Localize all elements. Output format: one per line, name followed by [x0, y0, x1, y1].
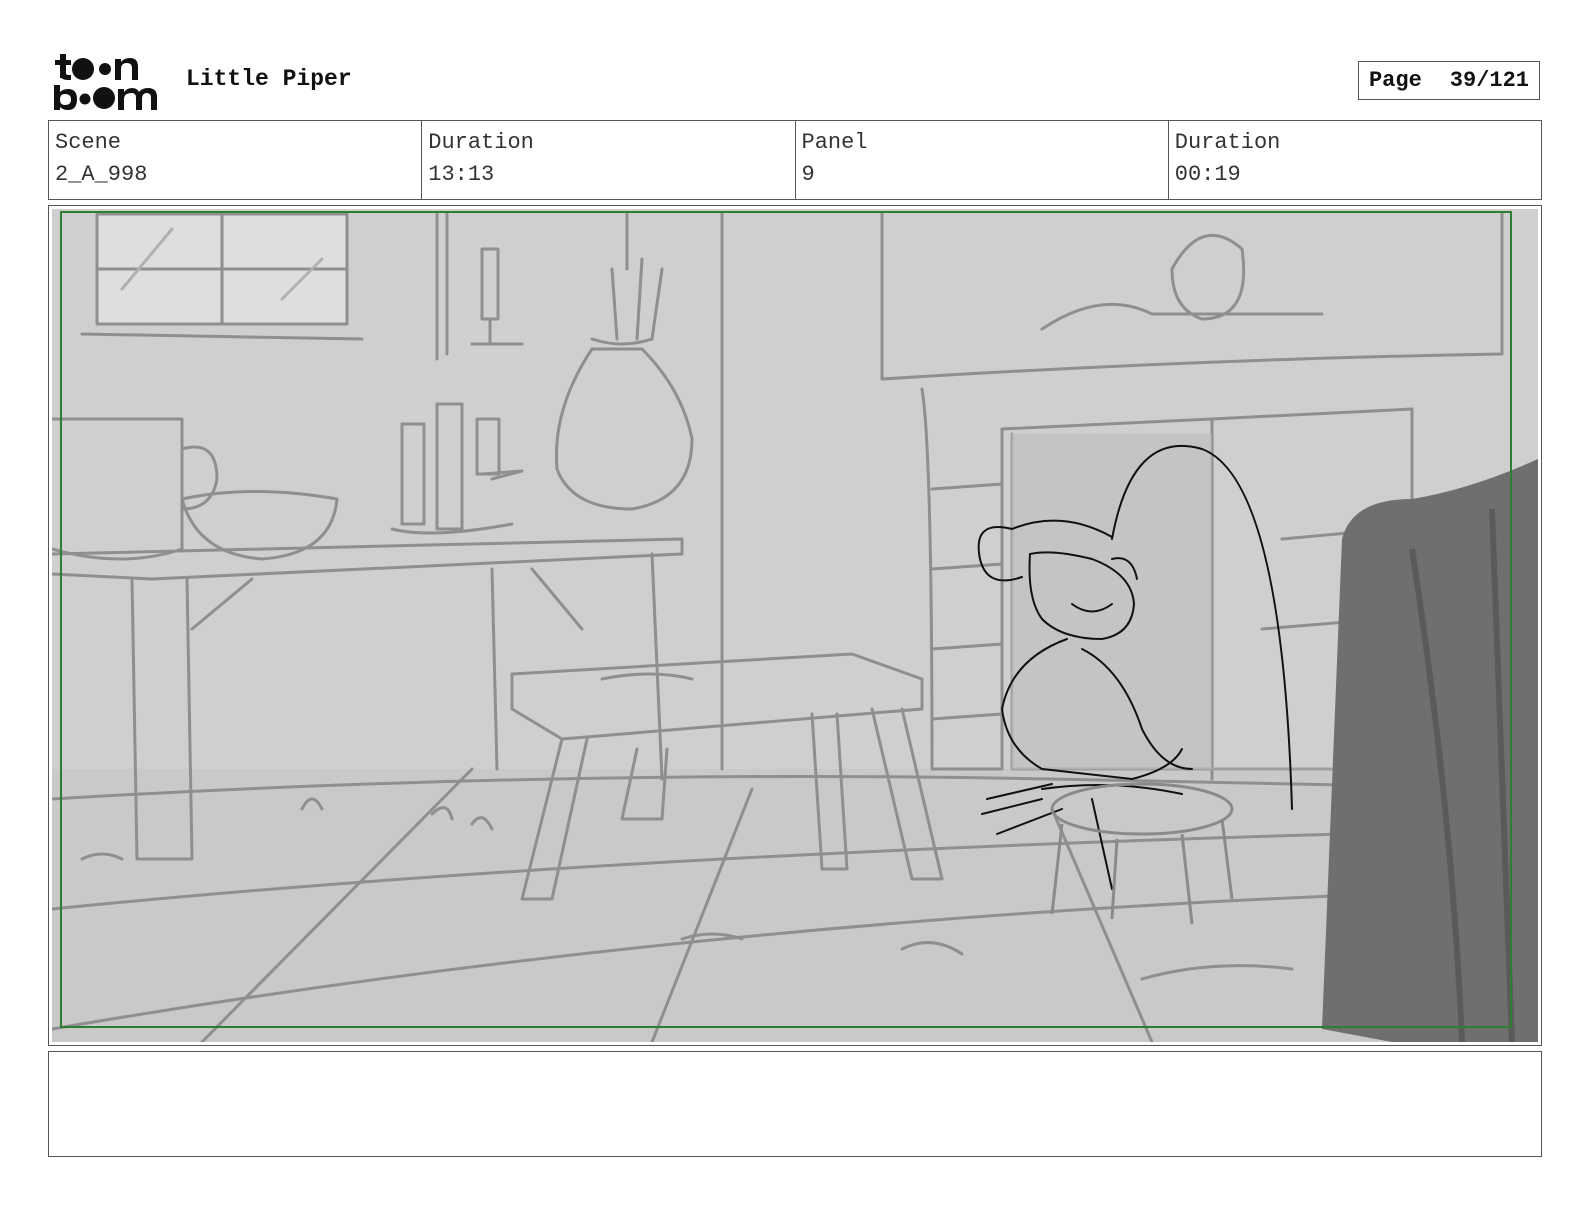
- toon-boom-logo: [54, 54, 157, 110]
- scene-label: Scene: [55, 130, 122, 155]
- curtain-shape: [1322, 459, 1538, 1042]
- storyboard-panel: [48, 205, 1542, 1046]
- scene-duration-label: Duration: [428, 130, 534, 155]
- scene-info-table: Scene 2_A_998 Duration 13:13 Panel 9 Dur…: [48, 120, 1542, 200]
- scene-duration-cell: Duration 13:13: [422, 121, 796, 199]
- scene-cell: Scene 2_A_998: [49, 121, 423, 199]
- fireplace-interior: [1012, 434, 1212, 769]
- panel-duration-cell: Duration 00:19: [1169, 121, 1541, 199]
- panel-value: 9: [801, 162, 815, 187]
- scene-value: 2_A_998: [55, 162, 148, 187]
- page-label: Page: [1368, 68, 1422, 93]
- panel-notes-box: [48, 1051, 1542, 1157]
- panel-sketch: [52, 209, 1538, 1042]
- page-number: 39/121: [1449, 68, 1530, 93]
- page-indicator: Page 39/121: [1358, 61, 1540, 100]
- scene-duration-value: 13:13: [428, 162, 495, 187]
- panel-duration-value: 00:19: [1174, 162, 1241, 187]
- panel-cell: Panel 9: [796, 121, 1169, 199]
- floor-area: [52, 769, 1538, 1042]
- panel-label: Panel: [801, 130, 868, 155]
- project-title: Little Piper: [186, 66, 352, 92]
- panel-duration-label: Duration: [1174, 130, 1281, 155]
